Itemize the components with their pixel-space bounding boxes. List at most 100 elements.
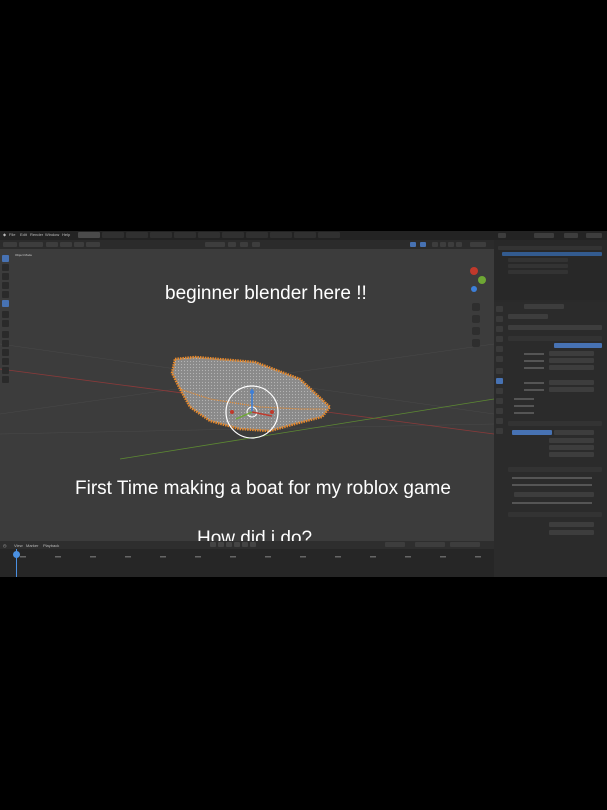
shading-material[interactable] [448, 242, 454, 247]
jump-end-button[interactable] [250, 542, 256, 547]
pivot-button[interactable] [228, 242, 236, 247]
bevel-tool-icon[interactable] [2, 358, 9, 365]
play-reverse-button[interactable] [226, 542, 232, 547]
outliner-row[interactable] [508, 258, 568, 262]
property-field[interactable] [549, 445, 594, 450]
outliner-editor-icon[interactable] [498, 233, 506, 238]
blender-logo-icon[interactable]: ◆ [3, 232, 6, 237]
add-modifier-button[interactable] [508, 325, 602, 330]
object-menu[interactable] [86, 242, 100, 247]
timeline-menu-playback[interactable]: Playback [43, 543, 59, 548]
property-field[interactable] [549, 365, 594, 370]
physics-tab-icon[interactable] [496, 398, 503, 404]
play-button[interactable] [234, 542, 240, 547]
z-dot[interactable] [250, 390, 254, 394]
property-field[interactable] [549, 380, 594, 385]
view-menu[interactable] [46, 242, 58, 247]
nav-gizmo-x-icon[interactable] [470, 267, 478, 275]
modifier-header[interactable] [508, 421, 602, 426]
xray-toggle[interactable] [420, 242, 426, 247]
transform-orientation[interactable] [205, 242, 225, 247]
jump-start-button[interactable] [210, 542, 216, 547]
tool-tab-icon[interactable] [496, 306, 503, 312]
workspace-tab[interactable] [198, 232, 220, 238]
mode-dropdown[interactable] [19, 242, 43, 247]
mode-toggle[interactable] [512, 430, 552, 435]
menu-window[interactable]: Window [45, 232, 59, 237]
overlay-toggle[interactable] [410, 242, 416, 247]
property-field[interactable] [514, 492, 594, 497]
loop-cut-tool-icon[interactable] [2, 367, 9, 374]
output-tab-icon[interactable] [496, 326, 503, 332]
start-frame-field[interactable] [415, 542, 445, 547]
mode-toggle[interactable] [554, 430, 594, 435]
3d-viewport[interactable]: Object Mode beginner blender here !! Fir… [0, 249, 494, 541]
timeline-menu-marker[interactable]: Marker [26, 543, 38, 548]
filter-icon[interactable] [564, 233, 578, 238]
constraints-tab-icon[interactable] [496, 408, 503, 414]
render-tab-icon[interactable] [496, 316, 503, 322]
menu-file[interactable]: File [9, 232, 15, 237]
world-tab-icon[interactable] [496, 356, 503, 362]
editor-type-button[interactable] [3, 242, 17, 247]
workspace-tab[interactable] [270, 232, 292, 238]
options-menu[interactable] [470, 242, 486, 247]
inset-tool-icon[interactable] [2, 349, 9, 356]
x-dot[interactable] [270, 410, 274, 414]
workspace-tab[interactable] [246, 232, 268, 238]
timeline-editor-icon[interactable]: ◷ [3, 543, 7, 548]
cursor-tool-icon[interactable] [2, 264, 9, 271]
shading-rendered[interactable] [456, 242, 462, 247]
property-field[interactable] [549, 387, 594, 392]
property-field[interactable] [549, 358, 594, 363]
select-tool-icon[interactable] [2, 255, 9, 262]
x-dot[interactable] [230, 410, 234, 414]
view-layer-tab-icon[interactable] [496, 336, 503, 342]
workspace-tab[interactable] [222, 232, 244, 238]
outliner-row[interactable] [508, 270, 568, 274]
modifier-header[interactable] [508, 336, 602, 341]
modifier-header[interactable] [508, 467, 602, 472]
transform-tool-icon[interactable] [2, 300, 9, 307]
prev-keyframe-button[interactable] [218, 542, 224, 547]
new-collection-button[interactable] [586, 233, 602, 238]
timeline-menu-view[interactable]: View [14, 543, 23, 548]
outliner[interactable] [494, 240, 607, 300]
measure-tool-icon[interactable] [2, 320, 9, 327]
outliner-row[interactable] [498, 246, 602, 250]
timeline-editor[interactable]: ◷ View Marker Playback [0, 541, 494, 577]
workspace-tab[interactable] [102, 232, 124, 238]
scale-icon[interactable] [2, 291, 9, 298]
outliner-row[interactable] [508, 264, 568, 268]
shading-solid[interactable] [440, 242, 446, 247]
frame-ruler[interactable] [0, 555, 494, 559]
menu-help[interactable]: Help [62, 232, 70, 237]
extrude-tool-icon[interactable] [2, 340, 9, 347]
pan-icon[interactable] [472, 315, 480, 323]
property-field[interactable] [549, 438, 594, 443]
material-tab-icon[interactable] [496, 428, 503, 434]
rotate-icon[interactable] [2, 282, 9, 289]
select-menu[interactable] [60, 242, 72, 247]
workspace-tab[interactable] [294, 232, 316, 238]
add-menu[interactable] [74, 242, 84, 247]
playhead-handle[interactable] [13, 551, 20, 558]
snap-button[interactable] [240, 242, 248, 247]
menu-render[interactable]: Render [30, 232, 43, 237]
end-frame-field[interactable] [450, 542, 480, 547]
proportional-button[interactable] [252, 242, 260, 247]
shading-wire[interactable] [432, 242, 438, 247]
workspace-tab[interactable] [318, 232, 340, 238]
scene-tab-icon[interactable] [496, 346, 503, 352]
add-cube-tool-icon[interactable] [2, 331, 9, 338]
knife-tool-icon[interactable] [2, 376, 9, 383]
object-tab-icon[interactable] [496, 368, 503, 374]
move-icon[interactable] [2, 273, 9, 280]
nav-gizmo-y-icon[interactable] [478, 276, 486, 284]
menu-edit[interactable]: Edit [20, 232, 27, 237]
annotate-tool-icon[interactable] [2, 311, 9, 318]
data-tab-icon[interactable] [496, 418, 503, 424]
workspace-tab[interactable] [78, 232, 100, 238]
property-field[interactable] [549, 452, 594, 457]
particles-tab-icon[interactable] [496, 388, 503, 394]
